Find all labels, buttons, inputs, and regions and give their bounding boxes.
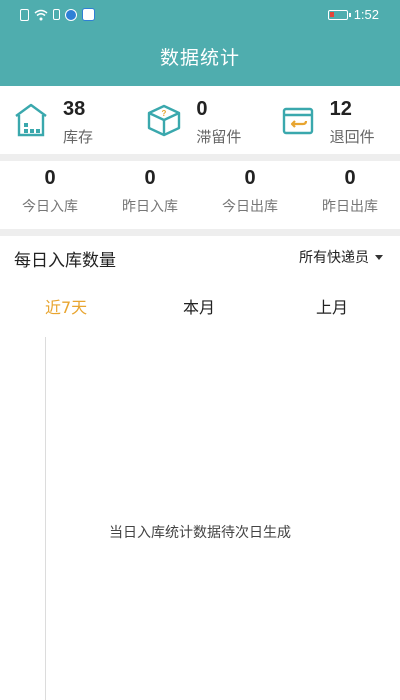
wifi-icon	[34, 9, 48, 21]
battery-low-icon	[327, 9, 351, 20]
count-value: 0	[44, 167, 56, 189]
count-value: 0	[244, 167, 256, 189]
chart-empty-message: 当日入库统计数据待次日生成	[109, 525, 291, 541]
count-label: 昨日入库	[122, 199, 178, 215]
status-time: 1:52	[353, 7, 379, 22]
tab-last-7-days[interactable]: 近7天	[45, 294, 87, 318]
svg-text:?: ?	[162, 109, 167, 118]
courier-filter-dropdown[interactable]: 所有快递员	[299, 247, 383, 267]
count-label: 今日入库	[22, 199, 78, 215]
divider	[0, 229, 400, 236]
tab-last-month[interactable]: 上月	[316, 294, 348, 318]
app-notification-icon-2	[82, 8, 95, 21]
summary-stranded[interactable]: ? 0 滞留件	[133, 86, 266, 154]
sd-icon	[53, 9, 60, 20]
sim-icon	[20, 8, 29, 21]
period-tabs: 近7天 本月 上月	[0, 286, 400, 324]
count-value: 0	[344, 167, 356, 189]
summary-value: 38	[63, 98, 86, 120]
status-icons-right: 1:52	[327, 7, 379, 22]
tab-this-month[interactable]: 本月	[183, 294, 215, 318]
count-value: 0	[144, 167, 156, 189]
page-title: 数据统计	[0, 30, 400, 86]
summary-row: 38 库存 ? 0 滞留件 12 退回件	[0, 86, 400, 154]
stranded-parcel-icon: ?	[148, 104, 181, 137]
count-today-out[interactable]: 0 今日出库	[200, 161, 300, 229]
summary-label: 退回件	[329, 128, 375, 146]
chart-y-axis	[45, 337, 46, 700]
status-icons-left	[20, 8, 95, 21]
summary-value: 12	[329, 98, 352, 120]
count-yesterday-in[interactable]: 0 昨日入库	[100, 161, 200, 229]
summary-returns[interactable]: 12 退回件	[267, 86, 400, 154]
count-yesterday-out[interactable]: 0 昨日出库	[300, 161, 400, 229]
summary-label: 库存	[63, 128, 94, 146]
courier-filter-label: 所有快递员	[299, 250, 369, 266]
section-title: 每日入库数量	[14, 251, 116, 271]
app-notification-icon	[65, 8, 77, 21]
chart-area: 当日入库统计数据待次日生成	[0, 337, 400, 700]
return-parcel-icon	[282, 107, 313, 135]
count-label: 今日出库	[222, 199, 278, 215]
summary-label: 滞留件	[196, 128, 242, 146]
count-label: 昨日出库	[322, 199, 378, 215]
status-bar: 1:52	[0, 0, 400, 30]
caret-down-icon	[375, 254, 383, 260]
warehouse-icon	[15, 103, 47, 137]
summary-inventory[interactable]: 38 库存	[0, 86, 133, 154]
divider	[0, 154, 400, 161]
summary-value: 0	[196, 98, 208, 120]
daily-counts-row: 0 今日入库 0 昨日入库 0 今日出库 0 昨日出库	[0, 161, 400, 229]
count-today-in[interactable]: 0 今日入库	[0, 161, 100, 229]
